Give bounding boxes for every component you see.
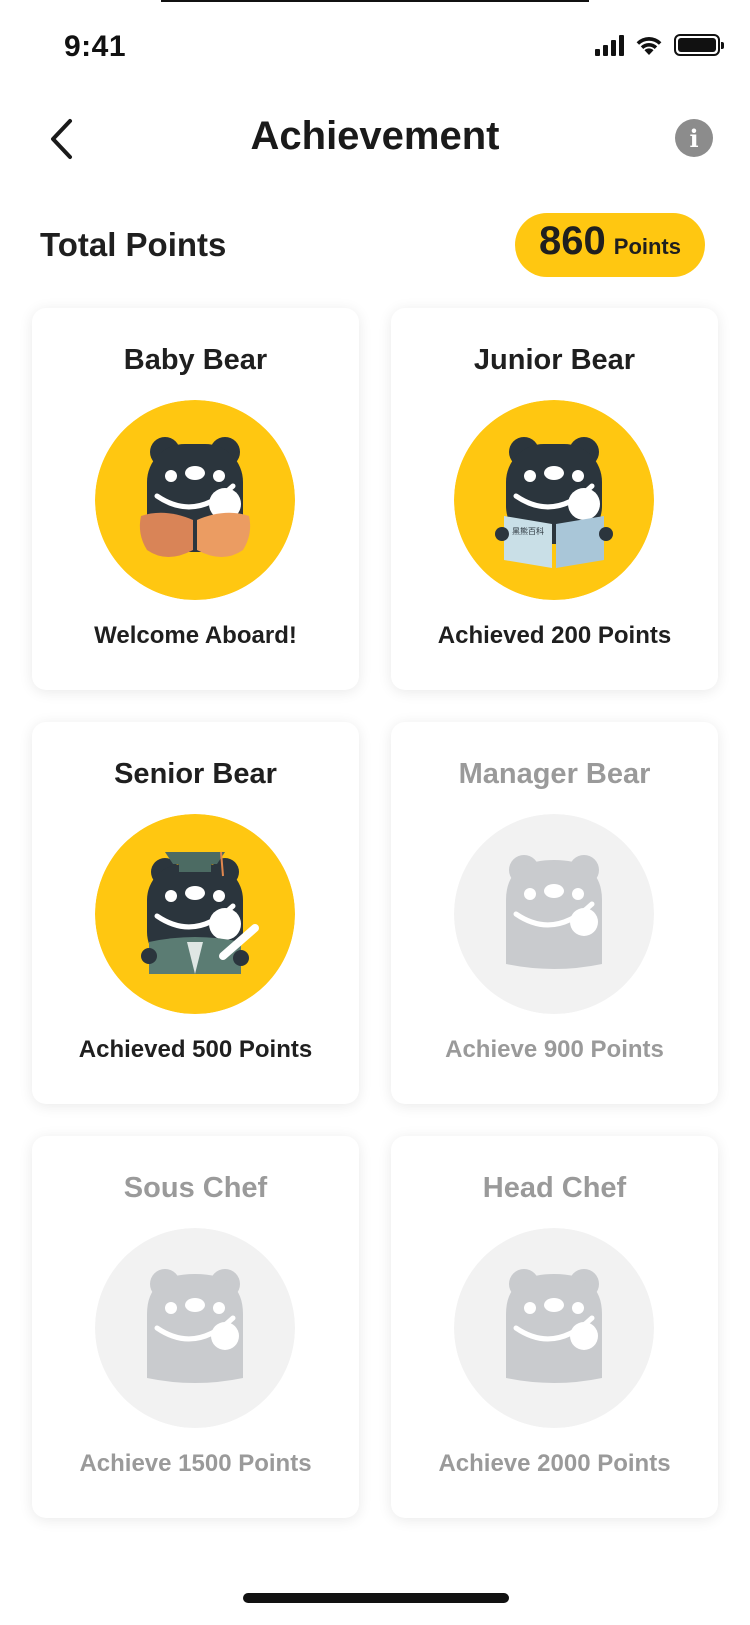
- book-text: 黑熊百科: [512, 526, 544, 536]
- achievement-caption: Achieve 1500 Points: [79, 1450, 312, 1477]
- head-chef-locked-icon: [454, 1228, 654, 1428]
- achievement-title: Head Chef: [482, 1172, 627, 1204]
- achievement-caption: Achieved 200 Points: [437, 622, 672, 649]
- battery-icon: [674, 34, 724, 56]
- info-icon: i: [689, 123, 699, 153]
- total-points-label: Total Points: [40, 226, 227, 263]
- points-unit: Points: [613, 234, 681, 259]
- points-value: 860: [539, 219, 606, 263]
- status-time: 9:41: [64, 30, 127, 63]
- achievement-card-junior-bear[interactable]: Junior Bear 黑熊百科 Achieved 200 Points: [391, 308, 718, 690]
- achievement-title: Sous Chef: [123, 1172, 268, 1204]
- achievement-card-head-chef[interactable]: Head Chef Achieve 2000 Points: [391, 1136, 718, 1518]
- signal-icon: [595, 34, 624, 56]
- info-button[interactable]: i: [675, 119, 713, 157]
- page-title: Achievement: [250, 114, 500, 158]
- nav-bar: Achievement i: [0, 100, 750, 180]
- wifi-icon: [636, 37, 662, 55]
- achievement-card-sous-chef[interactable]: Sous Chef Achieve 1500 Points: [32, 1136, 359, 1518]
- junior-bear-icon: 黑熊百科: [454, 400, 654, 600]
- baby-bear-icon: [95, 400, 295, 600]
- home-indicator[interactable]: [243, 1593, 509, 1603]
- achievement-title: Junior Bear: [473, 344, 636, 376]
- achievement-card-manager-bear[interactable]: Manager Bear Achieve 900 Points: [391, 722, 718, 1104]
- sous-chef-locked-icon: [95, 1228, 295, 1428]
- achievement-grid: Baby Bear Welcome Aboard! Junior Bear 黑熊…: [32, 308, 722, 1518]
- achievement-title: Manager Bear: [458, 758, 651, 790]
- achievement-title: Senior Bear: [114, 758, 277, 790]
- manager-bear-locked-icon: [454, 814, 654, 1014]
- achievement-caption: Achieved 500 Points: [78, 1036, 313, 1063]
- achievement-card-baby-bear[interactable]: Baby Bear Welcome Aboard!: [32, 308, 359, 690]
- status-icons: [595, 34, 724, 56]
- total-points-row: Total Points 860 Points: [40, 210, 710, 280]
- senior-bear-icon: [95, 814, 295, 1014]
- achievement-caption: Welcome Aboard!: [94, 622, 297, 649]
- achievement-screen: 9:41 Achievement i Total Points 860 Poin…: [0, 0, 750, 1625]
- points-badge: 860 Points: [515, 213, 705, 277]
- achievement-title: Baby Bear: [123, 344, 268, 376]
- achievement-caption: Achieve 2000 Points: [438, 1450, 671, 1477]
- achievement-card-senior-bear[interactable]: Senior Bear Achieved 500 Points: [32, 722, 359, 1104]
- status-bar: 9:41: [0, 0, 750, 88]
- achievement-caption: Achieve 900 Points: [445, 1036, 664, 1063]
